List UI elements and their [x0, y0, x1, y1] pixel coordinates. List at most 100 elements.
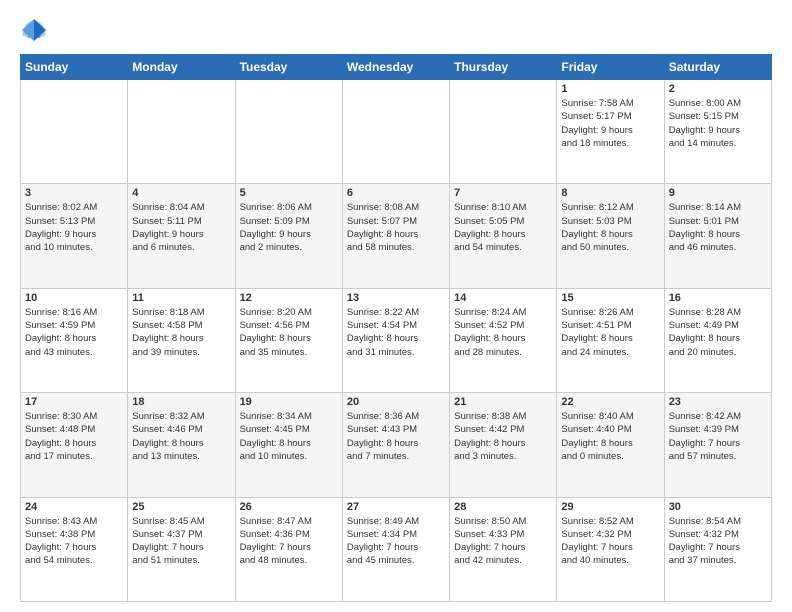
day-number: 3 — [25, 187, 123, 199]
calendar-cell: 12 Sunrise: 8:20 AM Sunset: 4:56 PM Dayli… — [235, 288, 342, 392]
calendar-cell: 23Sunrise: 8:42 AM Sunset: 4:39 PM Dayli… — [664, 393, 771, 497]
calendar-cell: 28 Sunrise: 8:50 AM Sunset: 4:33 PM Dayli… — [450, 497, 557, 601]
calendar-cell: 27 Sunrise: 8:49 AM Sunset: 4:34 PM Dayli… — [342, 497, 449, 601]
day-of-week-wednesday: Wednesday — [342, 55, 449, 80]
day-number: 20 — [347, 396, 445, 408]
day-number: 2 — [669, 83, 767, 95]
calendar-cell: 5Sunrise: 8:06 AM Sunset: 5:09 PM Daylig… — [235, 184, 342, 288]
day-info: Sunrise: 8:16 AM Sunset: 4:59 PM Dayligh… — [25, 306, 123, 359]
calendar-cell: 9 Sunrise: 8:14 AM Sunset: 5:01 PM Daylig… — [664, 184, 771, 288]
calendar-cell: 18 Sunrise: 8:32 AM Sunset: 4:46 PM Dayli… — [128, 393, 235, 497]
calendar-week-row: 3 Sunrise: 8:02 AM Sunset: 5:13 PM Daylig… — [21, 184, 772, 288]
day-info: Sunrise: 8:22 AM Sunset: 4:54 PM Dayligh… — [347, 306, 445, 359]
calendar-cell: 4 Sunrise: 8:04 AM Sunset: 5:11 PM Daylig… — [128, 184, 235, 288]
calendar-cell — [450, 80, 557, 184]
calendar-cell: 15 Sunrise: 8:26 AM Sunset: 4:51 PM Dayli… — [557, 288, 664, 392]
day-info: Sunrise: 8:36 AM Sunset: 4:43 PM Dayligh… — [347, 410, 445, 463]
day-of-week-sunday: Sunday — [21, 55, 128, 80]
calendar-cell: 11Sunrise: 8:18 AM Sunset: 4:58 PM Dayli… — [128, 288, 235, 392]
day-info: Sunrise: 8:00 AM Sunset: 5:15 PM Dayligh… — [669, 97, 767, 150]
day-number: 15 — [561, 292, 659, 304]
day-info: Sunrise: 8:40 AM Sunset: 4:40 PM Dayligh… — [561, 410, 659, 463]
calendar-cell: 13 Sunrise: 8:22 AM Sunset: 4:54 PM Dayli… — [342, 288, 449, 392]
calendar-cell: 17 Sunrise: 8:30 AM Sunset: 4:48 PM Dayli… — [21, 393, 128, 497]
calendar-cell: 2 Sunrise: 8:00 AM Sunset: 5:15 PM Daylig… — [664, 80, 771, 184]
day-info: Sunrise: 8:14 AM Sunset: 5:01 PM Dayligh… — [669, 201, 767, 254]
calendar-cell: 22 Sunrise: 8:40 AM Sunset: 4:40 PM Dayli… — [557, 393, 664, 497]
day-number: 28 — [454, 501, 552, 513]
calendar-cell: 3 Sunrise: 8:02 AM Sunset: 5:13 PM Daylig… — [21, 184, 128, 288]
calendar-cell — [342, 80, 449, 184]
day-info: Sunrise: 8:04 AM Sunset: 5:11 PM Dayligh… — [132, 201, 230, 254]
day-info: Sunrise: 8:12 AM Sunset: 5:03 PM Dayligh… — [561, 201, 659, 254]
day-number: 1 — [561, 83, 659, 95]
calendar-header-row: SundayMondayTuesdayWednesdayThursdayFrid… — [21, 55, 772, 80]
day-info: Sunrise: 8:50 AM Sunset: 4:33 PM Dayligh… — [454, 515, 552, 568]
day-number: 10 — [25, 292, 123, 304]
calendar-cell: 26 Sunrise: 8:47 AM Sunset: 4:36 PM Dayli… — [235, 497, 342, 601]
calendar-cell: 1 Sunrise: 7:58 AM Sunset: 5:17 PM Daylig… — [557, 80, 664, 184]
day-info: Sunrise: 8:30 AM Sunset: 4:48 PM Dayligh… — [25, 410, 123, 463]
calendar-cell: 30Sunrise: 8:54 AM Sunset: 4:32 PM Dayli… — [664, 497, 771, 601]
calendar-week-row: 17 Sunrise: 8:30 AM Sunset: 4:48 PM Dayli… — [21, 393, 772, 497]
calendar-cell: 29 Sunrise: 8:52 AM Sunset: 4:32 PM Dayli… — [557, 497, 664, 601]
day-info: Sunrise: 7:58 AM Sunset: 5:17 PM Dayligh… — [561, 97, 659, 150]
day-number: 21 — [454, 396, 552, 408]
day-number: 18 — [132, 396, 230, 408]
calendar-cell — [21, 80, 128, 184]
calendar-week-row: 1 Sunrise: 7:58 AM Sunset: 5:17 PM Daylig… — [21, 80, 772, 184]
day-number: 7 — [454, 187, 552, 199]
day-number: 25 — [132, 501, 230, 513]
day-number: 26 — [240, 501, 338, 513]
day-info: Sunrise: 8:08 AM Sunset: 5:07 PM Dayligh… — [347, 201, 445, 254]
day-number: 27 — [347, 501, 445, 513]
day-info: Sunrise: 8:47 AM Sunset: 4:36 PM Dayligh… — [240, 515, 338, 568]
day-info: Sunrise: 8:10 AM Sunset: 5:05 PM Dayligh… — [454, 201, 552, 254]
day-of-week-tuesday: Tuesday — [235, 55, 342, 80]
day-number: 19 — [240, 396, 338, 408]
calendar-week-row: 10 Sunrise: 8:16 AM Sunset: 4:59 PM Dayli… — [21, 288, 772, 392]
day-number: 12 — [240, 292, 338, 304]
calendar-cell: 24 Sunrise: 8:43 AM Sunset: 4:38 PM Dayli… — [21, 497, 128, 601]
day-info: Sunrise: 8:34 AM Sunset: 4:45 PM Dayligh… — [240, 410, 338, 463]
day-info: Sunrise: 8:38 AM Sunset: 4:42 PM Dayligh… — [454, 410, 552, 463]
day-info: Sunrise: 8:28 AM Sunset: 4:49 PM Dayligh… — [669, 306, 767, 359]
calendar-cell: 19 Sunrise: 8:34 AM Sunset: 4:45 PM Dayli… — [235, 393, 342, 497]
header — [20, 16, 772, 44]
day-number: 17 — [25, 396, 123, 408]
calendar-cell: 25 Sunrise: 8:45 AM Sunset: 4:37 PM Dayli… — [128, 497, 235, 601]
day-info: Sunrise: 8:20 AM Sunset: 4:56 PM Dayligh… — [240, 306, 338, 359]
calendar-cell: 8 Sunrise: 8:12 AM Sunset: 5:03 PM Daylig… — [557, 184, 664, 288]
day-info: Sunrise: 8:42 AM Sunset: 4:39 PM Dayligh… — [669, 410, 767, 463]
day-number: 14 — [454, 292, 552, 304]
day-number: 29 — [561, 501, 659, 513]
day-info: Sunrise: 8:52 AM Sunset: 4:32 PM Dayligh… — [561, 515, 659, 568]
day-of-week-thursday: Thursday — [450, 55, 557, 80]
day-number: 13 — [347, 292, 445, 304]
day-number: 4 — [132, 187, 230, 199]
day-of-week-friday: Friday — [557, 55, 664, 80]
day-number: 5 — [240, 187, 338, 199]
calendar-cell: 16Sunrise: 8:28 AM Sunset: 4:49 PM Dayli… — [664, 288, 771, 392]
day-number: 24 — [25, 501, 123, 513]
calendar-cell: 14 Sunrise: 8:24 AM Sunset: 4:52 PM Dayli… — [450, 288, 557, 392]
day-number: 8 — [561, 187, 659, 199]
day-number: 6 — [347, 187, 445, 199]
calendar-cell — [128, 80, 235, 184]
day-info: Sunrise: 8:32 AM Sunset: 4:46 PM Dayligh… — [132, 410, 230, 463]
day-info: Sunrise: 8:18 AM Sunset: 4:58 PM Dayligh… — [132, 306, 230, 359]
day-info: Sunrise: 8:43 AM Sunset: 4:38 PM Dayligh… — [25, 515, 123, 568]
calendar-week-row: 24 Sunrise: 8:43 AM Sunset: 4:38 PM Dayli… — [21, 497, 772, 601]
calendar-cell: 6 Sunrise: 8:08 AM Sunset: 5:07 PM Daylig… — [342, 184, 449, 288]
day-number: 9 — [669, 187, 767, 199]
day-info: Sunrise: 8:54 AM Sunset: 4:32 PM Dayligh… — [669, 515, 767, 568]
day-number: 22 — [561, 396, 659, 408]
day-of-week-saturday: Saturday — [664, 55, 771, 80]
day-info: Sunrise: 8:26 AM Sunset: 4:51 PM Dayligh… — [561, 306, 659, 359]
day-info: Sunrise: 8:49 AM Sunset: 4:34 PM Dayligh… — [347, 515, 445, 568]
calendar-cell: 20 Sunrise: 8:36 AM Sunset: 4:43 PM Dayli… — [342, 393, 449, 497]
calendar-cell — [235, 80, 342, 184]
day-info: Sunrise: 8:45 AM Sunset: 4:37 PM Dayligh… — [132, 515, 230, 568]
day-info: Sunrise: 8:24 AM Sunset: 4:52 PM Dayligh… — [454, 306, 552, 359]
day-info: Sunrise: 8:02 AM Sunset: 5:13 PM Dayligh… — [25, 201, 123, 254]
